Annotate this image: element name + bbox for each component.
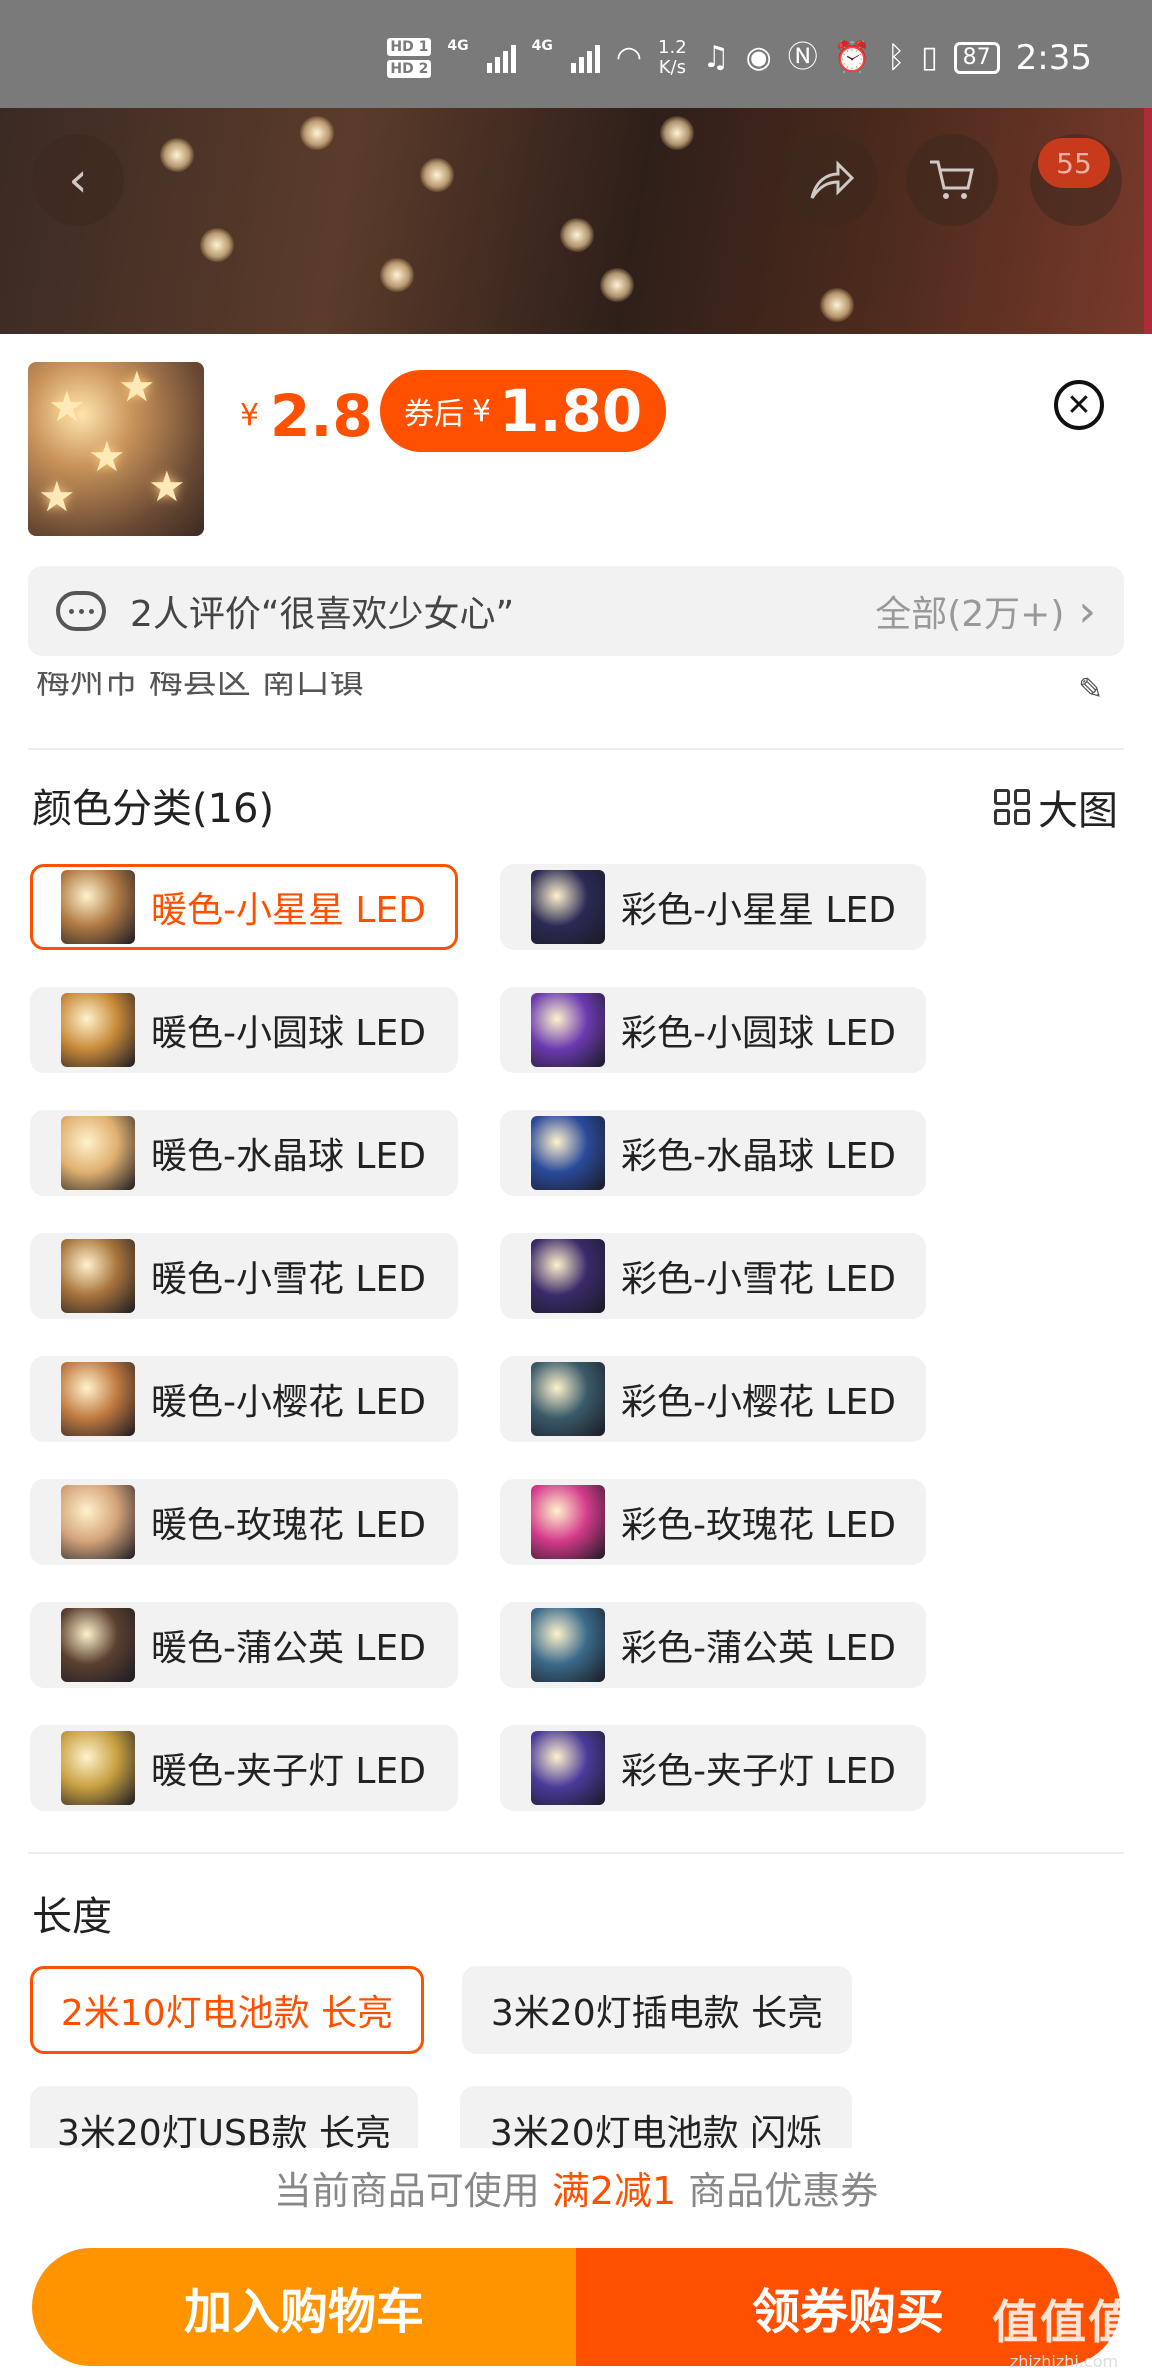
- option-label: 彩色-夹子灯 LED: [621, 1751, 896, 1792]
- color-option[interactable]: 彩色-小星星 LED: [500, 864, 926, 950]
- option-label: 暖色-蒲公英 LED: [151, 1628, 426, 1669]
- color-option[interactable]: 暖色-玫瑰花 LED: [30, 1479, 458, 1565]
- color-option[interactable]: 暖色-蒲公英 LED: [30, 1602, 458, 1688]
- all-reviews-link[interactable]: 全部(2万+): [875, 585, 1064, 637]
- bluetooth-icon: ᛒ: [887, 40, 906, 75]
- color-option[interactable]: 彩色-水晶球 LED: [500, 1110, 926, 1196]
- color-option[interactable]: 彩色-夹子灯 LED: [500, 1725, 926, 1811]
- product-hero-image: [0, 108, 1152, 334]
- color-option[interactable]: 暖色-小星星 LED: [30, 864, 458, 950]
- color-option[interactable]: 暖色-水晶球 LED: [30, 1110, 458, 1196]
- option-thumbnail: [61, 1485, 135, 1559]
- option-label: 暖色-小雪花 LED: [151, 1259, 426, 1300]
- color-option[interactable]: 暖色-小圆球 LED: [30, 987, 458, 1073]
- wifi-icon: ◠: [615, 40, 643, 75]
- option-thumbnail: [531, 1116, 605, 1190]
- option-thumbnail: [531, 993, 605, 1067]
- color-option[interactable]: 彩色-玫瑰花 LED: [500, 1479, 926, 1565]
- option-thumbnail: [531, 1608, 605, 1682]
- coupon-price-badge: 券后 ¥ 1.80: [380, 370, 667, 452]
- option-label: 彩色-小樱花 LED: [621, 1382, 896, 1423]
- length-option[interactable]: 2米10灯电池款 长亮: [30, 1966, 424, 2054]
- color-option[interactable]: 暖色-小樱花 LED: [30, 1356, 458, 1442]
- option-thumbnail: [531, 1485, 605, 1559]
- vibrate-icon: ▯: [921, 40, 938, 75]
- option-thumbnail: [61, 1362, 135, 1436]
- length-option[interactable]: 3米20灯插电款 长亮: [462, 1966, 852, 2054]
- divider: [28, 1852, 1124, 1854]
- option-thumbnail: [531, 1362, 605, 1436]
- cart-icon: [930, 160, 974, 199]
- status-bar: HD 1 HD 2 4G 4G ◠ 1.2 K/s ♫ ◉ Ⓝ ⏰ ᛒ ▯ 87…: [0, 0, 1152, 108]
- network-type-2: 4G: [531, 38, 553, 54]
- price-currency: ¥: [240, 398, 260, 433]
- option-label: 暖色-小星星 LED: [151, 890, 426, 931]
- eye-icon: ◉: [745, 40, 772, 75]
- music-icon: ♫: [702, 40, 730, 75]
- nfc-icon: Ⓝ: [787, 40, 818, 75]
- delivery-address[interactable]: 梅州市 梅县区 南口镇: [36, 672, 1116, 712]
- cart-count-badge: 55: [1038, 138, 1110, 188]
- hd-indicator: HD 1 HD 2: [387, 38, 432, 78]
- option-label: 暖色-夹子灯 LED: [151, 1751, 426, 1792]
- color-section-title: 颜色分类(16): [32, 786, 275, 832]
- signal-icon: [486, 43, 516, 73]
- chevron-right-icon: ›: [1078, 585, 1096, 637]
- cart-button[interactable]: [906, 134, 998, 226]
- network-speed: 1.2 K/s: [658, 37, 687, 78]
- color-option[interactable]: 彩色-小雪花 LED: [500, 1233, 926, 1319]
- close-icon: ✕: [1066, 387, 1092, 423]
- share-icon: [810, 160, 855, 199]
- option-thumbnail: [61, 870, 135, 944]
- review-summary-bar[interactable]: 2人评价“很喜欢少女心” 全部(2万+) ›: [28, 566, 1124, 656]
- alarm-icon: ⏰: [833, 40, 872, 75]
- option-thumbnail: [61, 1239, 135, 1313]
- option-thumbnail: [61, 993, 135, 1067]
- option-label: 暖色-水晶球 LED: [151, 1136, 426, 1177]
- price: 2.8: [270, 382, 373, 450]
- product-thumbnail[interactable]: ★ ★ ★ ★ ★: [28, 362, 204, 536]
- length-option[interactable]: 3米20灯电池款 闪烁: [460, 2086, 852, 2148]
- option-label: 彩色-小雪花 LED: [621, 1259, 896, 1300]
- option-label: 彩色-小圆球 LED: [621, 1013, 896, 1054]
- edit-icon[interactable]: ✎: [1078, 672, 1103, 707]
- review-text: 2人评价“很喜欢少女心”: [130, 594, 515, 635]
- color-option[interactable]: 彩色-蒲公英 LED: [500, 1602, 926, 1688]
- option-label: 彩色-玫瑰花 LED: [621, 1505, 896, 1546]
- option-thumbnail: [61, 1116, 135, 1190]
- chat-bubble-icon: [56, 591, 106, 631]
- clock: 2:35: [1015, 38, 1092, 78]
- option-label: 彩色-水晶球 LED: [621, 1136, 896, 1177]
- option-label: 暖色-玫瑰花 LED: [151, 1505, 426, 1546]
- option-thumbnail: [531, 1731, 605, 1805]
- back-button[interactable]: ‹: [32, 134, 124, 226]
- option-thumbnail: [61, 1731, 135, 1805]
- divider: [28, 748, 1124, 750]
- color-option[interactable]: 彩色-小圆球 LED: [500, 987, 926, 1073]
- network-type-1: 4G: [447, 38, 469, 54]
- battery-icon: 87: [953, 42, 1000, 74]
- length-section-title: 长度: [32, 1894, 112, 1940]
- option-label: 彩色-蒲公英 LED: [621, 1628, 896, 1669]
- option-thumbnail: [61, 1608, 135, 1682]
- grid-icon: [994, 789, 1030, 825]
- option-thumbnail: [531, 1239, 605, 1313]
- option-label: 彩色-小星星 LED: [621, 890, 896, 931]
- add-to-cart-button[interactable]: 加入购物车: [32, 2248, 576, 2366]
- big-picture-toggle[interactable]: 大图: [994, 778, 1118, 836]
- signal-icon: [570, 43, 600, 73]
- length-option[interactable]: 3米20灯USB款 长亮: [30, 2086, 418, 2148]
- length-options-overflow: 3米20灯USB款 长亮 3米20灯电池款 闪烁: [0, 2086, 1152, 2148]
- option-label: 暖色-小圆球 LED: [151, 1013, 426, 1054]
- chevron-left-icon: ‹: [68, 152, 88, 208]
- option-thumbnail: [531, 870, 605, 944]
- color-option[interactable]: 暖色-夹子灯 LED: [30, 1725, 458, 1811]
- share-button[interactable]: [786, 134, 878, 226]
- watermark-logo: 值值值 zhizhizhi.com: [992, 2295, 1136, 2371]
- color-option[interactable]: 彩色-小樱花 LED: [500, 1356, 926, 1442]
- option-label: 暖色-小樱花 LED: [151, 1382, 426, 1423]
- close-button[interactable]: ✕: [1054, 380, 1104, 430]
- color-option[interactable]: 暖色-小雪花 LED: [30, 1233, 458, 1319]
- coupon-promo-text: 当前商品可使用 满2减1 商品优惠券: [273, 2169, 879, 2213]
